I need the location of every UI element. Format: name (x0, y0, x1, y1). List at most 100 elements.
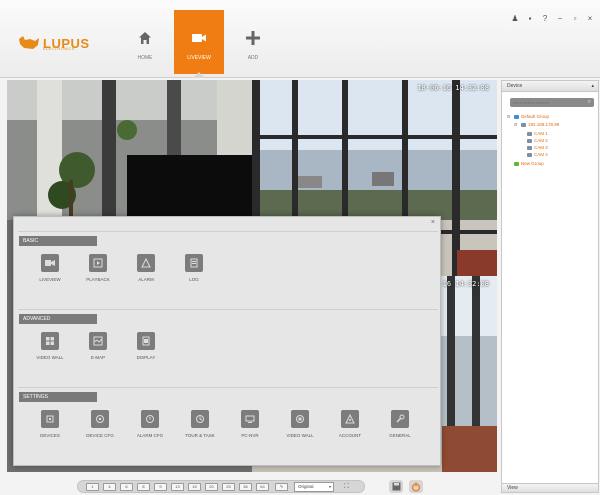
nav-add-button[interactable]: ADD (228, 10, 278, 74)
floppy-icon (392, 482, 400, 491)
layout-6-button[interactable]: 6 (120, 483, 133, 491)
pc-nvr-icon (241, 410, 259, 428)
layout-1-button[interactable]: 1 (86, 483, 99, 491)
power-button[interactable] (409, 480, 423, 493)
brand-lynx-icon (19, 36, 39, 49)
menu-item-liveview[interactable]: LIVEVIEW (32, 254, 68, 282)
layout-64-button[interactable]: 64 (256, 483, 269, 491)
layout-4-button[interactable]: 4 (103, 483, 116, 491)
chevron-up-icon[interactable]: ▴ (591, 81, 594, 92)
nav-home-button[interactable]: HOME (120, 10, 170, 74)
menu-item-pc-nvr[interactable]: PC-NVR (232, 410, 268, 438)
stream-type-select[interactable]: Original ▾ (294, 482, 334, 492)
menu-item-label: LOG (189, 277, 199, 282)
menu-item-label: DEVICE CFG (86, 433, 114, 438)
video-wall-cfg-icon (291, 410, 309, 428)
brand-logo: LUPUS ELECTRONICS (18, 33, 108, 53)
sidebar-header-label: Device (507, 83, 523, 89)
devices-icon (41, 410, 59, 428)
tour-task-icon (191, 410, 209, 428)
nav-liveview-button[interactable]: LIVEVIEW (174, 10, 224, 74)
home-icon (135, 28, 155, 48)
layout-25-button[interactable]: 25 (222, 483, 235, 491)
window-controls: ♟ ▪ ? − ▫ × (511, 14, 594, 23)
tree-node-new-group[interactable]: New Group (514, 161, 544, 166)
sidebar-footer[interactable]: View (502, 483, 598, 492)
menu-item-device-cfg[interactable]: DEVICE CFG (82, 410, 118, 438)
menu-item-display[interactable]: DISPLAY (128, 332, 164, 360)
menu-item-video-wall[interactable]: VIDEO WALL (32, 332, 68, 360)
layout-8-button[interactable]: 8 (137, 483, 150, 491)
custom-layout-icon[interactable]: ✎ (275, 483, 288, 491)
group-icon (514, 114, 519, 119)
menu-item-e-map[interactable]: E-MAP (80, 332, 116, 360)
tree-node-label: 192.168.178.99 (528, 122, 560, 127)
tree-node-device[interactable]: ⊟ 192.168.178.99 (514, 122, 559, 127)
menu-close-icon[interactable]: × (431, 219, 435, 226)
power-icon (411, 482, 421, 492)
menu-item-label: VIDEO WALL (286, 433, 314, 438)
section-title-settings: SETTINGS (19, 392, 97, 402)
tree-node-camera[interactable]: CAM 4 (527, 152, 548, 157)
layout-36-button[interactable]: 36 (239, 483, 252, 491)
camera-small-icon (527, 138, 532, 143)
plus-icon (243, 28, 263, 48)
brand-tagline: ELECTRONICS (43, 46, 75, 51)
tree-node-camera[interactable]: CAM 3 (527, 145, 548, 150)
tree-node-group[interactable]: ⊟ Default Group (507, 114, 549, 119)
camera-small-icon (527, 152, 532, 157)
menu-item-account[interactable]: ACCOUNT (332, 410, 368, 438)
tree-node-label: CAM 2 (534, 138, 548, 143)
camera-2-timestamp: 18-06-16 14:32:08 (417, 84, 489, 92)
collapse-icon[interactable]: ⊟ (507, 114, 512, 119)
tree-node-camera[interactable]: CAM 1 (527, 131, 548, 136)
menu-item-label: E-MAP (90, 355, 106, 360)
menu-item-tour-task[interactable]: TOUR & TASK (182, 410, 218, 438)
device-search-box: ⌕ (510, 98, 594, 107)
user-icon[interactable]: ♟ (511, 14, 519, 23)
tree-node-label: Default Group (521, 114, 550, 119)
menu-item-playback[interactable]: PLAYBACK (80, 254, 116, 282)
collapse-icon[interactable]: ⊟ (514, 122, 519, 127)
menu-item-general[interactable]: GENERAL (382, 410, 418, 438)
search-icon[interactable]: ⌕ (588, 99, 591, 106)
menu-item-label: ALARM CFG (136, 433, 164, 438)
camera-icon (189, 28, 209, 48)
menu-item-label: DISPLAY (136, 355, 156, 360)
maximize-button[interactable]: ▫ (571, 14, 579, 23)
menu-item-alarm-cfg[interactable]: ALARM CFG (132, 410, 168, 438)
fullscreen-icon[interactable]: ⛶ (344, 483, 349, 491)
layout-13-button[interactable]: 13 (171, 483, 184, 491)
menu-item-label: ACCOUNT (338, 433, 362, 438)
sidebar-header[interactable]: Device ▴ (502, 81, 598, 92)
display-icon (137, 332, 155, 350)
menu-item-label: LIVEVIEW (39, 277, 61, 282)
menu-item-alarm[interactable]: ALARM (128, 254, 164, 282)
camera-small-icon (527, 145, 532, 150)
menu-item-label: PC-NVR (241, 433, 259, 438)
menu-item-label: ALARM (138, 277, 154, 282)
nav-active-arrow (193, 72, 205, 78)
alarm-icon (137, 254, 155, 272)
help-button[interactable]: ? (541, 14, 549, 23)
device-cfg-icon (91, 410, 109, 428)
close-button[interactable]: × (586, 14, 594, 23)
lock-icon[interactable]: ▪ (526, 14, 534, 23)
device-search-input[interactable] (513, 99, 583, 106)
menu-item-devices[interactable]: DEVICES (32, 410, 68, 438)
chevron-down-icon: ▾ (328, 484, 331, 489)
menu-item-video-wall-cfg[interactable]: VIDEO WALL (282, 410, 318, 438)
section-title-basic: BASIC (19, 236, 97, 246)
menu-item-label: VIDEO WALL (36, 355, 64, 360)
menu-section-advanced: ADVANCED VIDEO WALL E-MAP DISPLAY (18, 309, 438, 387)
menu-section-basic: BASIC LIVEVIEW PLAYBACK ALARM LOG (18, 231, 438, 309)
menu-section-settings: SETTINGS DEVICES DEVICE CFG ALARM CFG TO… (18, 387, 438, 463)
minimize-button[interactable]: − (556, 14, 564, 23)
device-icon (521, 122, 526, 127)
layout-16-button[interactable]: 16 (188, 483, 201, 491)
layout-20-button[interactable]: 20 (205, 483, 218, 491)
tree-node-camera[interactable]: CAM 2 (527, 138, 548, 143)
layout-9-button[interactable]: 9 (154, 483, 167, 491)
save-button[interactable] (389, 480, 403, 493)
menu-item-log[interactable]: LOG (176, 254, 212, 282)
